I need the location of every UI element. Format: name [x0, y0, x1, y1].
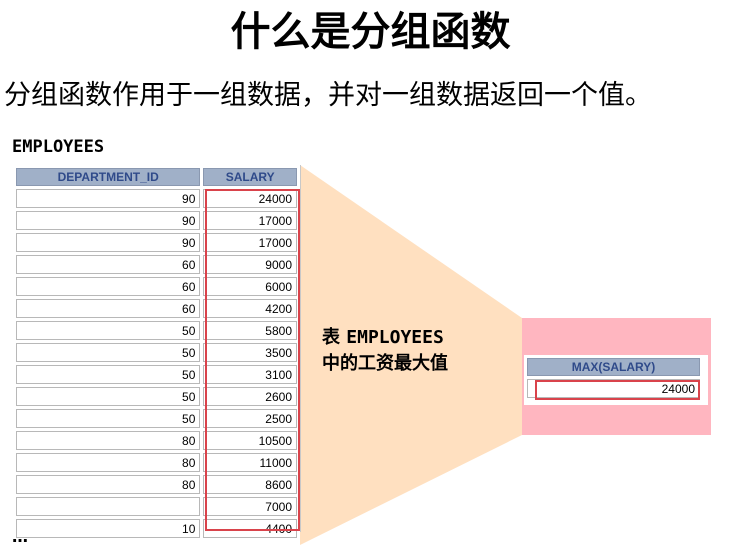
department-id-cell: 80 — [16, 453, 201, 472]
department-id-cell: 10 — [16, 519, 201, 538]
column-header-department-id: DEPARTMENT_ID — [16, 168, 201, 186]
annotation-line-2: 中的工资最大值 — [322, 353, 448, 374]
department-id-cell: 90 — [16, 189, 201, 208]
annotation-prefix: 表 — [322, 327, 347, 348]
department-id-cell: 90 — [16, 211, 201, 230]
department-id-cell: 50 — [16, 321, 201, 340]
department-id-cell — [16, 497, 201, 516]
annotation-table-name: EMPLOYEES — [346, 327, 444, 348]
department-id-cell: 80 — [16, 431, 201, 450]
annotation-line-1: 表 EMPLOYEES — [322, 325, 448, 351]
department-id-cell: 50 — [16, 365, 201, 384]
department-id-cell: 60 — [16, 255, 201, 274]
department-id-cell: 50 — [16, 387, 201, 406]
department-id-cell: 50 — [16, 343, 201, 362]
department-id-cell: 50 — [16, 409, 201, 428]
result-value-highlight — [535, 380, 700, 400]
salary-column-highlight — [205, 189, 300, 531]
annotation-text: 表 EMPLOYEES 中的工资最大值 — [322, 325, 448, 377]
more-rows-ellipsis: … — [12, 527, 28, 546]
department-id-cell: 60 — [16, 277, 201, 296]
department-id-cell: 90 — [16, 233, 201, 252]
department-id-cell: 60 — [16, 299, 201, 318]
column-header-max-salary: MAX(SALARY) — [527, 358, 700, 376]
column-header-salary: SALARY — [203, 168, 297, 186]
department-id-cell: 80 — [16, 475, 201, 494]
